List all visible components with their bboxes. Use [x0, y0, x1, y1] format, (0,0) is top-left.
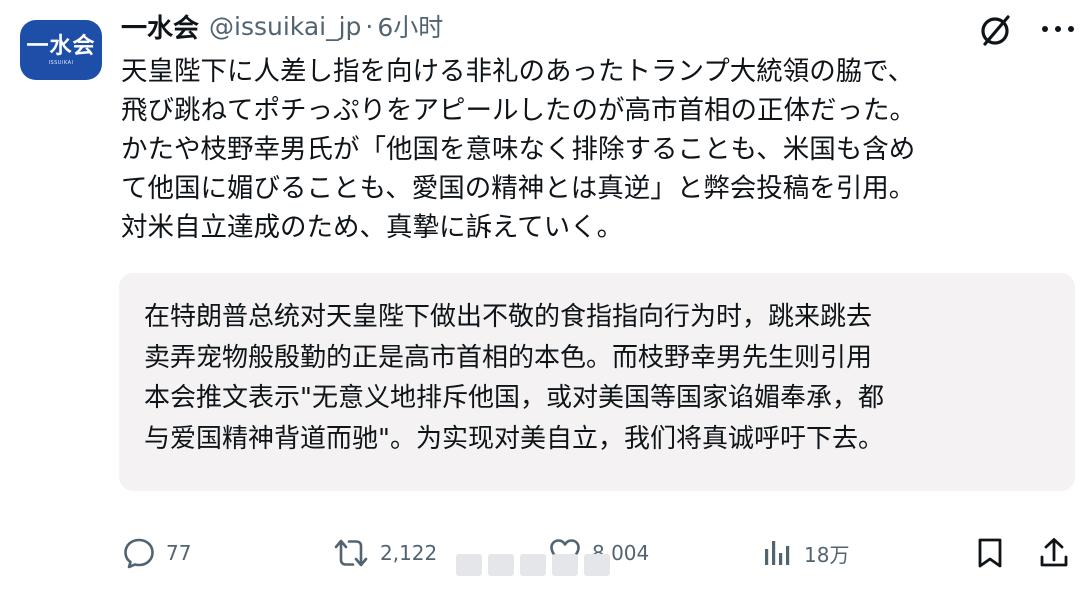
tweet-line: 飛び跳ねてポチっぷりをアピールしたのが高市首相の正体だった。 — [121, 95, 916, 126]
bookmark-icon — [978, 538, 1002, 568]
translation-line: 与爱国精神背道而驰"。为实现对美自立，我们将真诚呼吁下去。 — [144, 423, 884, 454]
views-count: 18万 — [804, 542, 850, 567]
reply-icon — [124, 538, 154, 569]
overlay-placeholder — [450, 547, 630, 583]
separator-dot: · — [365, 11, 374, 41]
tweet-line: て他国に媚びることも、愛国の精神とは真逆」と弊会投稿を引用。 — [121, 173, 916, 204]
translation-box: 在特朗普总统对天皇陛下做出不敬的食指指向行为时，跳来跳去 卖弄宠物般殷勤的正是高… — [119, 273, 1075, 491]
share-button[interactable] — [1038, 528, 1070, 578]
avatar-logo-subtext: ISSUIKAI — [48, 60, 74, 66]
translation-line: 在特朗普总统对天皇陛下做出不敬的食指指向行为时，跳来跳去 — [144, 302, 873, 332]
display-name[interactable]: 一水会 — [121, 8, 199, 45]
avatar[interactable]: 一水会 ISSUIKAI — [20, 20, 102, 80]
reply-button[interactable]: 77 — [122, 528, 191, 578]
post-time[interactable]: 6小时 — [377, 8, 443, 44]
retweet-count: 2,122 — [380, 541, 438, 565]
translation-line: 本会推文表示"无意义地排斥他国，或对美国等国家谄媚奉承，都 — [144, 383, 884, 413]
more-options-icon[interactable] — [1038, 14, 1078, 44]
tweet-text: 天皇陛下に人差し指を向ける非礼のあったトランプ大統領の脇で、 飛び跳ねてポチっぷ… — [121, 52, 1071, 247]
retweet-icon — [334, 539, 368, 567]
views-button[interactable]: 18万 — [762, 528, 849, 578]
share-icon — [1040, 538, 1068, 567]
tweet-line: かたや枝野幸男氏が「他国を意味なく排除することも、米国も含め — [121, 134, 916, 165]
user-handle[interactable]: @issuikai_jp — [209, 12, 361, 41]
grok-icon[interactable] — [978, 12, 1014, 48]
translation-line: 卖弄宠物般殷勤的正是高市首相的本色。而枝野幸男先生则引用 — [144, 342, 873, 373]
bookmark-button[interactable] — [974, 528, 1006, 578]
retweet-button[interactable]: 2,122 — [332, 528, 437, 578]
tweet-header: 一水会 @issuikai_jp · 6小时 — [121, 8, 443, 44]
reply-count: 77 — [166, 541, 192, 565]
avatar-logo-text: 一水会 — [26, 33, 96, 59]
views-icon — [765, 541, 790, 565]
tweet-line: 天皇陛下に人差し指を向ける非礼のあったトランプ大統領の脇で、 — [121, 56, 915, 87]
tweet-line: 対米自立達成のため、真摯に訴えていく。 — [121, 212, 624, 243]
